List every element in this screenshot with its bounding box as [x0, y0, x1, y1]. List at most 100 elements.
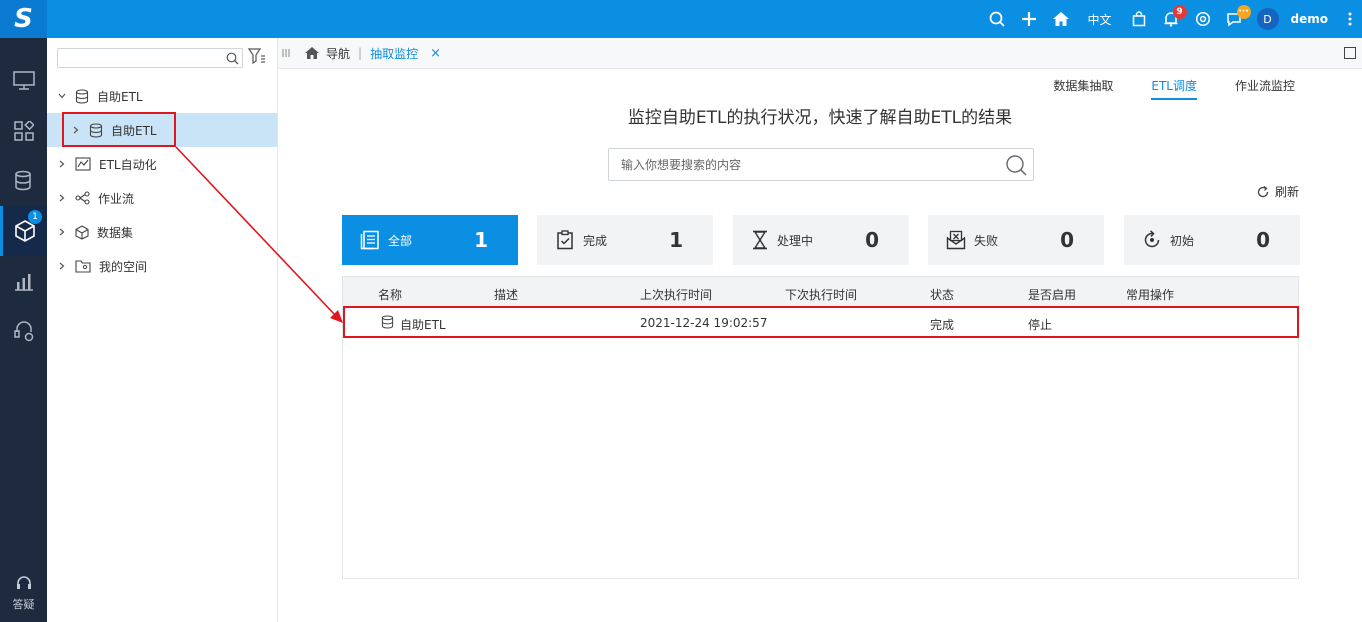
search-placeholder: 输入你想要搜索的内容 — [621, 158, 742, 172]
tab-separator: | — [358, 46, 363, 60]
refresh-button[interactable]: 刷新 — [1257, 183, 1299, 200]
tree-item-workflow[interactable]: 作业流 — [47, 181, 277, 215]
mail-error-icon — [946, 230, 966, 250]
status-card-initial[interactable]: 初始 0 — [1124, 215, 1300, 265]
username[interactable]: demo — [1291, 12, 1328, 26]
column-header[interactable]: 状态 — [930, 286, 954, 303]
card-label: 失败 — [974, 233, 999, 248]
subtab-dataset-extract[interactable]: 数据集抽取 — [1053, 78, 1113, 100]
status-card-all[interactable]: 全部 1 — [342, 215, 518, 265]
card-count: 1 — [474, 228, 488, 252]
refresh-label: 刷新 — [1274, 185, 1299, 199]
bell-icon[interactable]: 9 — [1155, 0, 1187, 38]
search-icon[interactable] — [1005, 154, 1027, 176]
card-count: 0 — [1060, 228, 1074, 252]
tab-bar: 导航 | 抽取监控 × — [278, 38, 1362, 69]
nav-chart-icon[interactable] — [0, 256, 47, 306]
hourglass-icon — [753, 230, 767, 250]
card-count: 0 — [865, 228, 879, 252]
tab-nav[interactable]: 导航 — [326, 45, 350, 62]
column-header[interactable]: 下次执行时间 — [785, 286, 857, 303]
card-count: 1 — [669, 228, 683, 252]
tree-item-label: 自助ETL — [97, 89, 143, 104]
card-label: 初始 — [1170, 233, 1195, 248]
card-label: 完成 — [583, 233, 608, 248]
card-label: 全部 — [388, 233, 413, 248]
top-bar: S 中文 9 ··· D demo — [0, 0, 1362, 38]
bag-icon[interactable] — [1123, 0, 1155, 38]
add-icon[interactable] — [1013, 0, 1045, 38]
chevron-right-icon[interactable] — [57, 227, 67, 237]
nav-etl-icon[interactable]: 1 — [0, 206, 47, 256]
status-card-failed[interactable]: 失败 0 — [928, 215, 1104, 265]
column-header[interactable]: 是否启用 — [1028, 286, 1076, 303]
chevron-right-icon[interactable] — [57, 193, 67, 203]
annotation-box-table-row — [343, 306, 1299, 338]
card-label: 处理中 — [777, 233, 814, 248]
restart-icon — [1144, 230, 1160, 248]
headset-icon — [16, 576, 31, 589]
tree-item-my-space[interactable]: 我的空间 — [47, 249, 277, 283]
tab-close-icon[interactable]: × — [430, 46, 441, 61]
search-icon[interactable] — [226, 52, 239, 65]
document-list-icon — [360, 230, 379, 250]
chevron-right-icon[interactable] — [57, 261, 67, 271]
main-content: 数据集抽取 ETL调度 作业流监控 监控自助ETL的执行状况，快速了解自助ETL… — [278, 69, 1362, 622]
tree-item-label: 作业流 — [98, 191, 135, 206]
folder-user-icon — [75, 259, 91, 273]
nav-badge: 1 — [28, 210, 42, 224]
cube-icon — [75, 224, 89, 240]
clipboard-check-icon — [557, 230, 573, 250]
card-count: 0 — [1256, 228, 1270, 252]
refresh-icon — [1257, 185, 1269, 197]
chevron-right-icon[interactable] — [57, 159, 67, 169]
language-switch[interactable]: 中文 — [1077, 0, 1123, 38]
column-header[interactable]: 名称 — [378, 286, 402, 303]
tree-item-label: ETL自动化 — [99, 157, 157, 172]
table-header: 名称 描述 上次执行时间 下次执行时间 状态 是否启用 常用操作 — [343, 277, 1298, 308]
search-icon[interactable] — [981, 0, 1013, 38]
column-header[interactable]: 常用操作 — [1126, 286, 1174, 303]
left-nav: 1 答疑 — [0, 38, 47, 622]
collapse-handle-icon[interactable] — [282, 48, 290, 58]
notification-badge: 9 — [1172, 5, 1187, 19]
annotation-box-tree-item — [62, 112, 176, 147]
home-icon[interactable] — [1045, 0, 1077, 38]
chat-icon[interactable]: ··· — [1219, 0, 1251, 38]
status-card-complete[interactable]: 完成 1 — [537, 215, 713, 265]
status-card-processing[interactable]: 处理中 0 — [733, 215, 909, 265]
maximize-icon[interactable] — [1344, 47, 1356, 59]
chat-badge: ··· — [1236, 5, 1251, 19]
workflow-icon — [75, 191, 90, 205]
tree-item-label: 数据集 — [97, 225, 134, 240]
avatar[interactable]: D — [1256, 8, 1279, 30]
nav-apps-icon[interactable] — [0, 106, 47, 156]
page-title: 监控自助ETL的执行状况，快速了解自助ETL的结果 — [627, 108, 1013, 128]
search-input[interactable]: 输入你想要搜索的内容 — [608, 148, 1034, 181]
home-icon[interactable] — [304, 46, 320, 60]
tab-extract-monitor[interactable]: 抽取监控 — [370, 45, 418, 62]
subtab-etl-schedule[interactable]: ETL调度 — [1151, 78, 1197, 100]
tree-item-label: 我的空间 — [99, 259, 148, 274]
help-label: 答疑 — [12, 598, 35, 611]
column-header[interactable]: 上次执行时间 — [640, 286, 712, 303]
more-menu-icon[interactable] — [1338, 12, 1362, 26]
tree-item-etl-automation[interactable]: ETL自动化 — [47, 147, 277, 181]
app-logo[interactable]: S — [0, 0, 47, 38]
automation-icon — [75, 157, 91, 171]
tree-search-input[interactable] — [57, 48, 243, 68]
chevron-down-icon[interactable] — [57, 91, 67, 101]
top-actions: 中文 9 ··· D demo — [981, 0, 1362, 38]
nav-support-icon[interactable] — [0, 306, 47, 356]
nav-database-icon[interactable] — [0, 156, 47, 206]
nav-dashboard-icon[interactable] — [0, 56, 47, 106]
column-header[interactable]: 描述 — [494, 286, 518, 303]
tree-item-dataset[interactable]: 数据集 — [47, 215, 277, 249]
tree-item-self-etl-folder[interactable]: 自助ETL — [47, 79, 277, 113]
subtab-workflow-monitor[interactable]: 作业流监控 — [1235, 78, 1295, 100]
settings-icon[interactable] — [1187, 0, 1219, 38]
sub-tabs: 数据集抽取 ETL调度 作业流监控 — [1015, 78, 1295, 100]
filter-icon[interactable] — [247, 48, 266, 67]
help-button[interactable]: 答疑 — [0, 575, 47, 612]
database-icon — [75, 88, 89, 104]
